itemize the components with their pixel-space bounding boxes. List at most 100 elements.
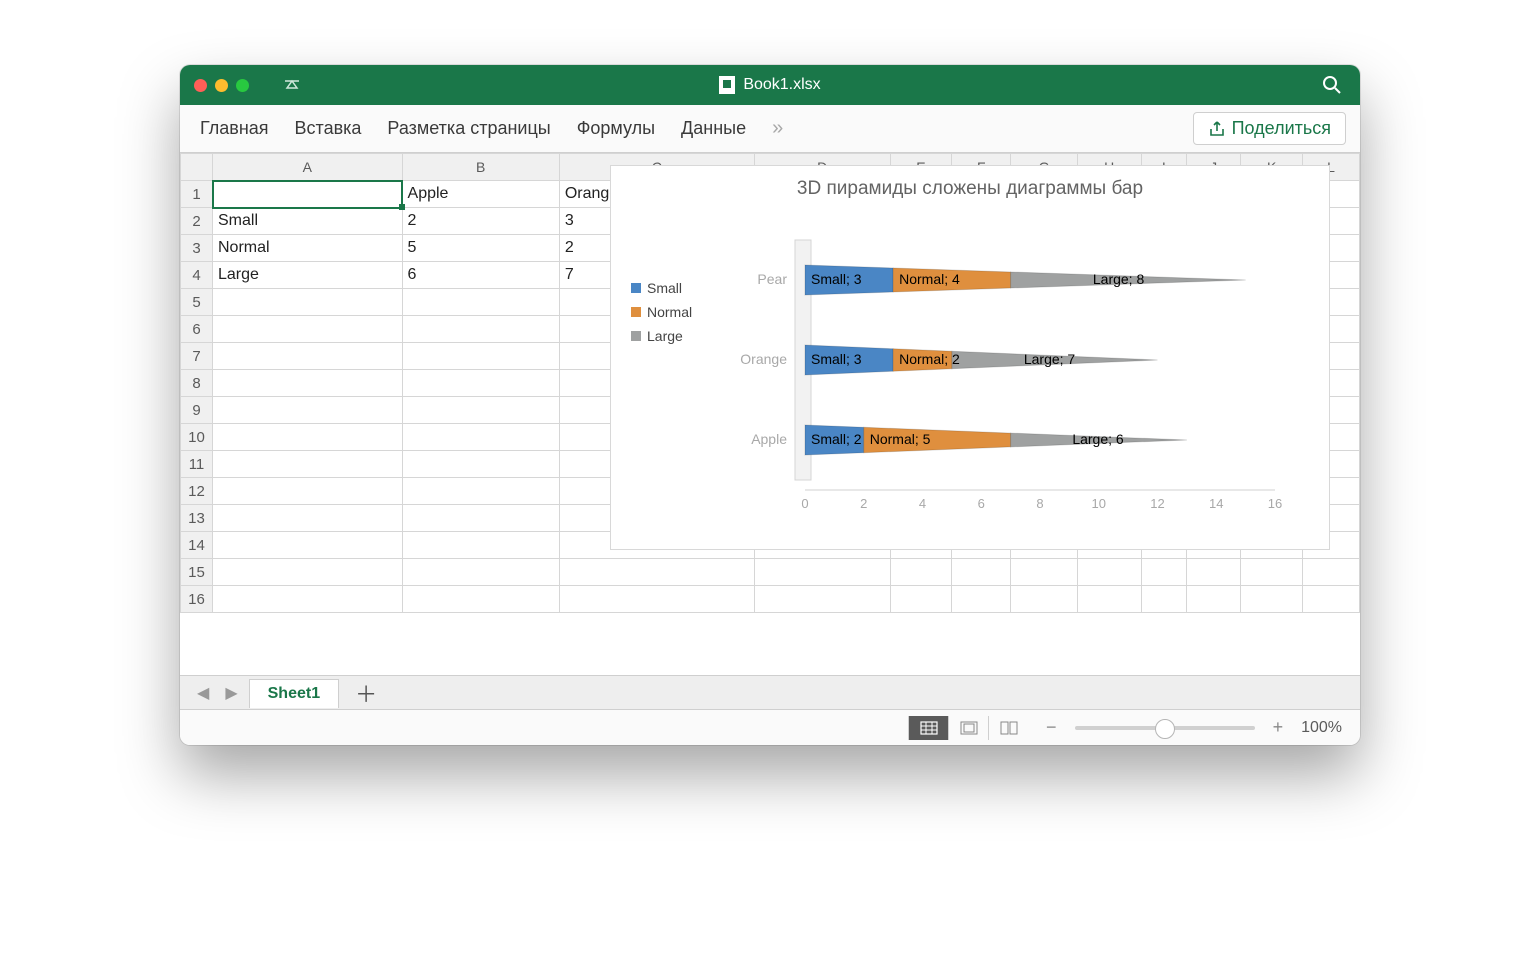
- embedded-chart[interactable]: 3D пирамиды сложены диаграммы бар Small …: [610, 165, 1330, 550]
- cell-A9[interactable]: [213, 397, 403, 424]
- cell-B10[interactable]: [402, 424, 559, 451]
- tab-data[interactable]: Данные: [681, 118, 746, 139]
- cell-A5[interactable]: [213, 289, 403, 316]
- next-sheet-button[interactable]: ▶: [220, 683, 242, 703]
- cell-G15[interactable]: [1011, 559, 1077, 586]
- cell-C16[interactable]: [559, 586, 754, 613]
- tab-insert[interactable]: Вставка: [295, 118, 362, 139]
- row-header-11[interactable]: 11: [181, 451, 213, 478]
- row-header-8[interactable]: 8: [181, 370, 213, 397]
- cell-A12[interactable]: [213, 478, 403, 505]
- row-header-12[interactable]: 12: [181, 478, 213, 505]
- prev-sheet-button[interactable]: ◀: [192, 683, 214, 703]
- tab-home[interactable]: Главная: [200, 118, 269, 139]
- row-header-9[interactable]: 9: [181, 397, 213, 424]
- minimize-window-button[interactable]: [215, 79, 228, 92]
- row-header-13[interactable]: 13: [181, 505, 213, 532]
- zoom-out-button[interactable]: −: [1042, 717, 1061, 738]
- row-header-10[interactable]: 10: [181, 424, 213, 451]
- tab-page-layout[interactable]: Разметка страницы: [387, 118, 550, 139]
- select-all-corner[interactable]: [181, 154, 213, 181]
- normal-view-button[interactable]: [908, 716, 948, 740]
- cell-B4[interactable]: 6: [402, 262, 559, 289]
- cell-J16[interactable]: [1186, 586, 1241, 613]
- cell-A13[interactable]: [213, 505, 403, 532]
- cell-B6[interactable]: [402, 316, 559, 343]
- quick-access-toolbar[interactable]: [279, 76, 305, 94]
- cell-B16[interactable]: [402, 586, 559, 613]
- cell-A8[interactable]: [213, 370, 403, 397]
- row-header-4[interactable]: 4: [181, 262, 213, 289]
- row-header-14[interactable]: 14: [181, 532, 213, 559]
- cell-I16[interactable]: [1141, 586, 1186, 613]
- zoom-window-button[interactable]: [236, 79, 249, 92]
- zoom-level[interactable]: 100%: [1301, 719, 1342, 737]
- cell-A7[interactable]: [213, 343, 403, 370]
- cell-A10[interactable]: [213, 424, 403, 451]
- cell-F15[interactable]: [952, 559, 1011, 586]
- cell-B2[interactable]: 2: [402, 208, 559, 235]
- zoom-in-button[interactable]: +: [1269, 717, 1288, 738]
- sheet-tab[interactable]: Sheet1: [249, 679, 339, 708]
- zoom-slider[interactable]: [1075, 726, 1255, 730]
- cell-A11[interactable]: [213, 451, 403, 478]
- cell-A16[interactable]: [213, 586, 403, 613]
- cell-G16[interactable]: [1011, 586, 1077, 613]
- legend-swatch-icon: [631, 331, 641, 341]
- row-header-2[interactable]: 2: [181, 208, 213, 235]
- mac-traffic-lights: [180, 79, 249, 92]
- cell-A3[interactable]: Normal: [213, 235, 403, 262]
- col-header-B[interactable]: B: [402, 154, 559, 181]
- cell-K15[interactable]: [1241, 559, 1303, 586]
- legend-item-large: Large: [631, 328, 721, 344]
- cell-A1[interactable]: [213, 181, 403, 208]
- view-buttons: [908, 716, 1028, 740]
- cell-E16[interactable]: [890, 586, 952, 613]
- cell-B9[interactable]: [402, 397, 559, 424]
- cell-B14[interactable]: [402, 532, 559, 559]
- close-window-button[interactable]: [194, 79, 207, 92]
- cell-C15[interactable]: [559, 559, 754, 586]
- cell-B13[interactable]: [402, 505, 559, 532]
- row-header-1[interactable]: 1: [181, 181, 213, 208]
- row-header-6[interactable]: 6: [181, 316, 213, 343]
- share-button[interactable]: Поделиться: [1193, 112, 1346, 145]
- search-icon[interactable]: [1322, 75, 1342, 95]
- more-tabs-icon[interactable]: »: [772, 117, 783, 140]
- cell-A2[interactable]: Small: [213, 208, 403, 235]
- cell-A15[interactable]: [213, 559, 403, 586]
- row-header-7[interactable]: 7: [181, 343, 213, 370]
- cell-A4[interactable]: Large: [213, 262, 403, 289]
- row-header-16[interactable]: 16: [181, 586, 213, 613]
- tab-formulas[interactable]: Формулы: [577, 118, 655, 139]
- cell-B8[interactable]: [402, 370, 559, 397]
- cell-L16[interactable]: [1302, 586, 1359, 613]
- document-icon: [719, 76, 735, 94]
- cell-D16[interactable]: [754, 586, 890, 613]
- cell-A6[interactable]: [213, 316, 403, 343]
- page-layout-view-button[interactable]: [948, 716, 988, 740]
- row-header-3[interactable]: 3: [181, 235, 213, 262]
- cell-I15[interactable]: [1141, 559, 1186, 586]
- add-sheet-button[interactable]: ＋: [345, 677, 387, 709]
- cell-B3[interactable]: 5: [402, 235, 559, 262]
- cell-J15[interactable]: [1186, 559, 1241, 586]
- cell-B1[interactable]: Apple: [402, 181, 559, 208]
- cell-B15[interactable]: [402, 559, 559, 586]
- col-header-A[interactable]: A: [213, 154, 403, 181]
- cell-H16[interactable]: [1077, 586, 1141, 613]
- cell-B7[interactable]: [402, 343, 559, 370]
- cell-B11[interactable]: [402, 451, 559, 478]
- row-header-5[interactable]: 5: [181, 289, 213, 316]
- cell-B5[interactable]: [402, 289, 559, 316]
- row-header-15[interactable]: 15: [181, 559, 213, 586]
- cell-H15[interactable]: [1077, 559, 1141, 586]
- cell-L15[interactable]: [1302, 559, 1359, 586]
- page-break-view-button[interactable]: [988, 716, 1028, 740]
- cell-A14[interactable]: [213, 532, 403, 559]
- cell-F16[interactable]: [952, 586, 1011, 613]
- cell-B12[interactable]: [402, 478, 559, 505]
- cell-D15[interactable]: [754, 559, 890, 586]
- cell-K16[interactable]: [1241, 586, 1303, 613]
- cell-E15[interactable]: [890, 559, 952, 586]
